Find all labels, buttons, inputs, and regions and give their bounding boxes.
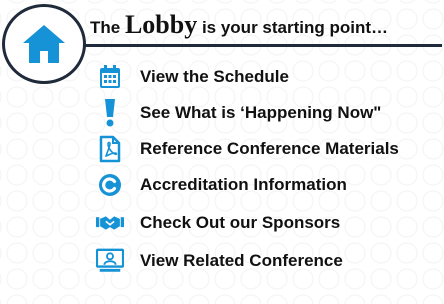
- title-emphasis: Lobby: [124, 10, 198, 39]
- exclamation-icon: [96, 99, 124, 127]
- sponsors-icon: [96, 209, 124, 237]
- list-item-related-conference[interactable]: View Related Conference: [96, 244, 343, 278]
- item-label-sponsors: Check Out our Sponsors: [140, 213, 341, 232]
- home-badge[interactable]: [2, 4, 86, 84]
- presentation-icon: [96, 247, 124, 275]
- title-prefix: The: [90, 18, 125, 37]
- pdf-document-icon: [96, 135, 124, 163]
- item-label-materials: Reference Conference Materials: [140, 139, 399, 158]
- credit-c-icon: [96, 171, 124, 199]
- list-item-happening-now[interactable]: See What is ‘Happening Now": [96, 96, 381, 130]
- calendar-icon: [96, 63, 124, 91]
- item-label-accreditation: Accreditation Information: [140, 175, 347, 194]
- title-suffix: is your starting point…: [197, 18, 389, 37]
- list-item-schedule[interactable]: View the Schedule: [96, 60, 289, 94]
- item-label-related-conference: View Related Conference: [140, 251, 343, 270]
- item-label-happening-now: See What is ‘Happening Now": [140, 103, 382, 122]
- list-item-sponsors[interactable]: Check Out our Sponsors: [96, 206, 340, 240]
- page-title: The Lobby is your starting point…: [90, 10, 388, 40]
- list-item-accreditation[interactable]: Accreditation Information: [96, 168, 347, 202]
- item-label-schedule: View the Schedule: [140, 67, 289, 86]
- list-item-materials[interactable]: Reference Conference Materials: [96, 132, 399, 166]
- header-divider: [60, 44, 442, 47]
- home-icon: [23, 25, 65, 63]
